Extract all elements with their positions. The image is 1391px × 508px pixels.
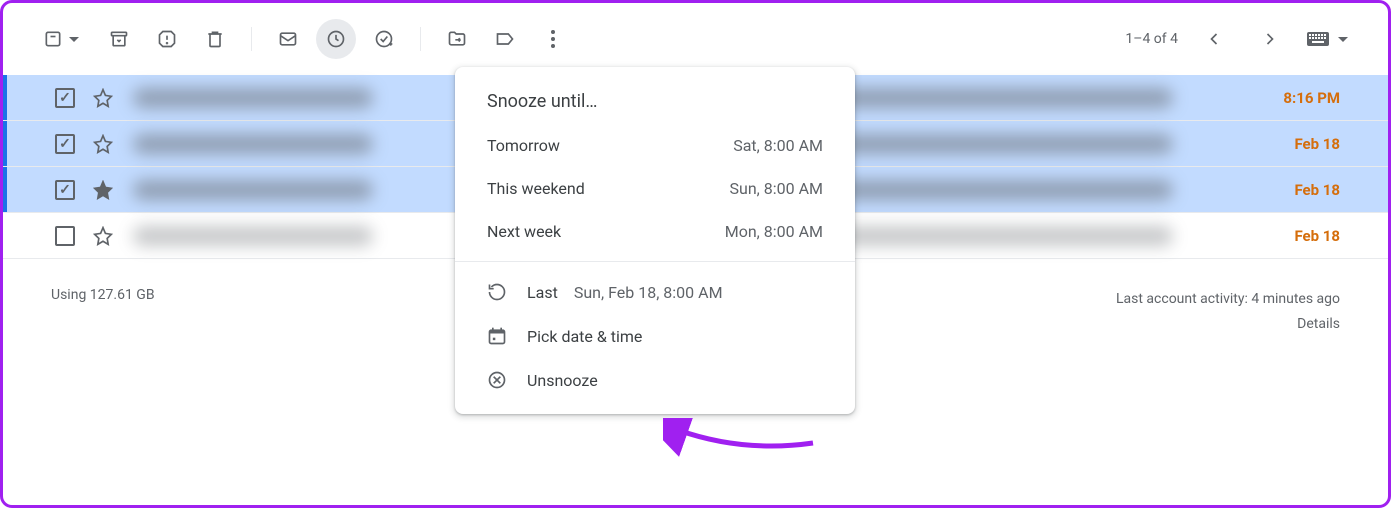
last-activity: Last account activity: 4 minutes ago [1116, 287, 1340, 312]
option-detail: Mon, 8:00 AM [725, 222, 823, 241]
caret-down-icon [69, 37, 79, 42]
row-checkbox[interactable] [55, 88, 75, 108]
sender-redacted [133, 180, 373, 200]
option-label: Next week [487, 222, 561, 241]
star-icon[interactable] [93, 88, 113, 108]
snooze-popup: Snooze until… Tomorrow Sat, 8:00 AM This… [455, 67, 855, 414]
snooze-button[interactable] [316, 19, 356, 59]
snooze-last[interactable]: Last Sun, Feb 18, 8:00 AM [455, 270, 855, 314]
move-to-button[interactable] [437, 19, 477, 59]
option-label: Last [527, 283, 558, 302]
calendar-icon [487, 326, 507, 346]
select-dropdown[interactable] [43, 29, 79, 49]
mark-unread-button[interactable] [268, 19, 308, 59]
popup-title: Snooze until… [455, 91, 855, 124]
row-time: Feb 18 [1294, 227, 1340, 245]
star-icon[interactable] [93, 226, 113, 246]
snooze-unsnooze[interactable]: Unsnooze [455, 358, 855, 402]
history-icon [487, 282, 507, 302]
pager: 1–4 of 4 [1125, 19, 1348, 59]
snooze-tomorrow[interactable]: Tomorrow Sat, 8:00 AM [455, 124, 855, 167]
row-time: Feb 18 [1294, 135, 1340, 153]
row-time: Feb 18 [1294, 181, 1340, 199]
annotation-arrow [663, 418, 823, 458]
archive-button[interactable] [99, 19, 139, 59]
newer-button[interactable] [1194, 19, 1234, 59]
row-checkbox[interactable] [55, 226, 75, 246]
sender-redacted [133, 226, 373, 246]
pager-count: 1–4 of 4 [1125, 31, 1178, 47]
delete-button[interactable] [195, 19, 235, 59]
toolbar: 1–4 of 4 [3, 3, 1388, 75]
star-icon[interactable] [93, 134, 113, 154]
snooze-nextweek[interactable]: Next week Mon, 8:00 AM [455, 210, 855, 253]
more-vert-icon [551, 30, 555, 48]
separator [251, 27, 252, 51]
snooze-pick-date[interactable]: Pick date & time [455, 314, 855, 358]
more-button[interactable] [533, 19, 573, 59]
cancel-icon [487, 370, 507, 390]
row-time: 8:16 PM [1283, 89, 1340, 107]
sender-redacted [133, 88, 373, 108]
option-label: Unsnooze [527, 371, 598, 390]
labels-button[interactable] [485, 19, 525, 59]
caret-down-icon [1338, 37, 1348, 42]
separator [455, 261, 855, 262]
sender-redacted [133, 134, 373, 154]
input-tools-button[interactable] [1306, 31, 1348, 47]
option-label: This weekend [487, 179, 585, 198]
option-label: Pick date & time [527, 327, 642, 346]
option-detail: Sun, Feb 18, 8:00 AM [574, 283, 723, 302]
row-checkbox[interactable] [55, 134, 75, 154]
separator [420, 27, 421, 51]
option-detail: Sat, 8:00 AM [733, 136, 823, 155]
snooze-weekend[interactable]: This weekend Sun, 8:00 AM [455, 167, 855, 210]
older-button[interactable] [1250, 19, 1290, 59]
storage-usage: Using 127.61 GB [51, 287, 155, 337]
option-label: Tomorrow [487, 136, 560, 155]
option-detail: Sun, 8:00 AM [730, 179, 824, 198]
row-checkbox[interactable] [55, 180, 75, 200]
star-icon[interactable] [93, 180, 113, 200]
report-spam-button[interactable] [147, 19, 187, 59]
add-to-tasks-button[interactable] [364, 19, 404, 59]
details-link[interactable]: Details [1297, 316, 1340, 332]
keyboard-icon [1306, 31, 1330, 47]
